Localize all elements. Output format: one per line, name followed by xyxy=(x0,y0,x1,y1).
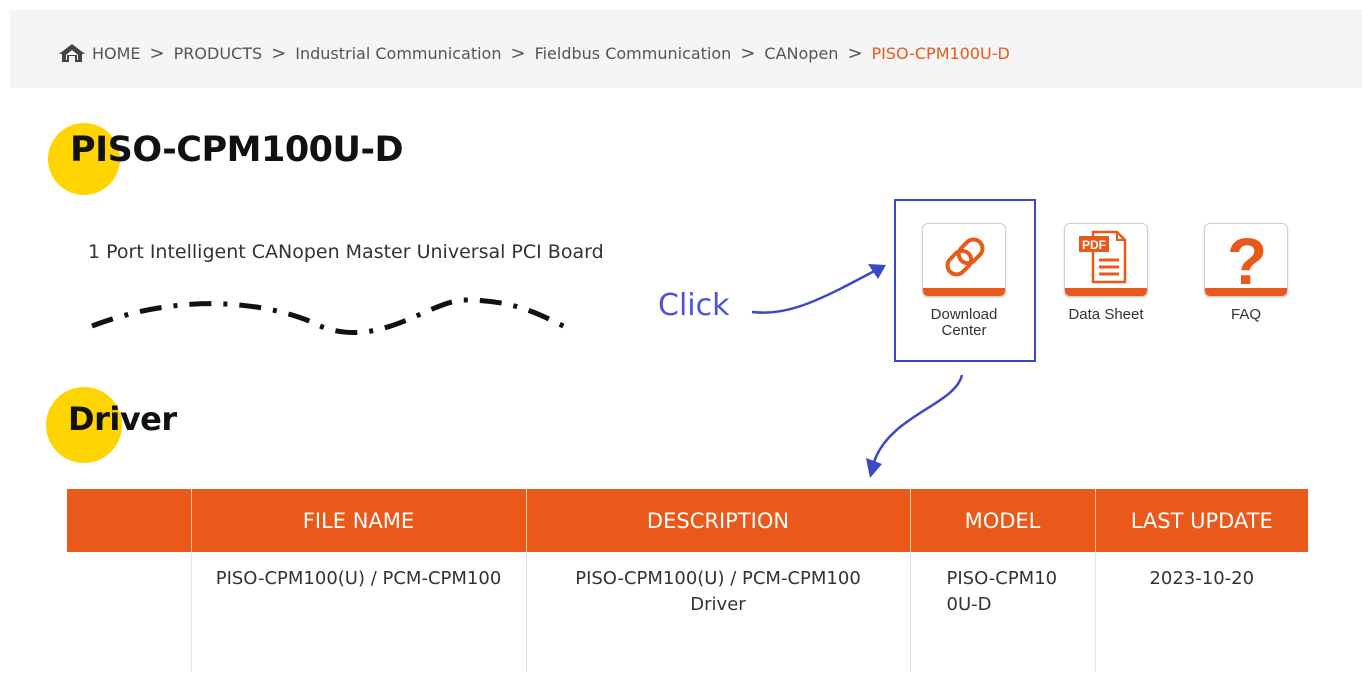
model-cell: PISO-CPM100U-D xyxy=(910,552,1096,672)
data-sheet-button[interactable]: PDF Data Sheet xyxy=(1061,223,1151,323)
link-icon xyxy=(945,237,985,277)
description-cell: PISO-CPM100(U) / PCM-CPM100 Driver xyxy=(526,552,911,672)
driver-heading: Driver xyxy=(68,400,177,438)
column-header-blank xyxy=(67,489,192,552)
column-header-last-update: LAST UPDATE xyxy=(1095,489,1308,552)
pdf-icon: PDF xyxy=(1079,230,1127,284)
question-icon: ? xyxy=(1227,224,1267,296)
svg-text:PDF: PDF xyxy=(1082,238,1106,252)
click-annotation: Click xyxy=(658,288,730,323)
data-sheet-tile[interactable]: PDF xyxy=(1064,223,1148,297)
column-header-model: MODEL xyxy=(910,489,1096,552)
download-center-label-line2: Center xyxy=(941,322,987,339)
file-name-cell[interactable]: PISO-CPM100(U) / PCM-CPM100 xyxy=(191,552,527,672)
download-center-label: Download xyxy=(930,306,998,323)
column-header-description: DESCRIPTION xyxy=(526,489,911,552)
wavy-divider xyxy=(91,297,574,335)
faq-button[interactable]: ? FAQ xyxy=(1201,223,1291,323)
column-header-file-name: FILE NAME xyxy=(191,489,527,552)
faq-label: FAQ xyxy=(1230,306,1261,323)
row-blank-cell xyxy=(67,552,192,672)
down-arrow xyxy=(872,374,964,463)
faq-tile[interactable]: ? xyxy=(1204,223,1288,297)
table-header-row: FILE NAME DESCRIPTION MODEL LAST UPDATE xyxy=(67,489,1308,552)
table-row: PISO-CPM100(U) / PCM-CPM100 PISO-CPM100(… xyxy=(67,552,1308,672)
download-center-button[interactable]: Download Center xyxy=(919,223,1009,339)
driver-table: FILE NAME DESCRIPTION MODEL LAST UPDATE … xyxy=(67,489,1308,672)
last-update-cell: 2023-10-20 xyxy=(1149,568,1255,589)
svg-text:?: ? xyxy=(1227,224,1267,290)
data-sheet-label: Data Sheet xyxy=(1068,306,1144,323)
download-center-tile[interactable] xyxy=(922,223,1006,297)
click-arrow xyxy=(751,266,881,314)
